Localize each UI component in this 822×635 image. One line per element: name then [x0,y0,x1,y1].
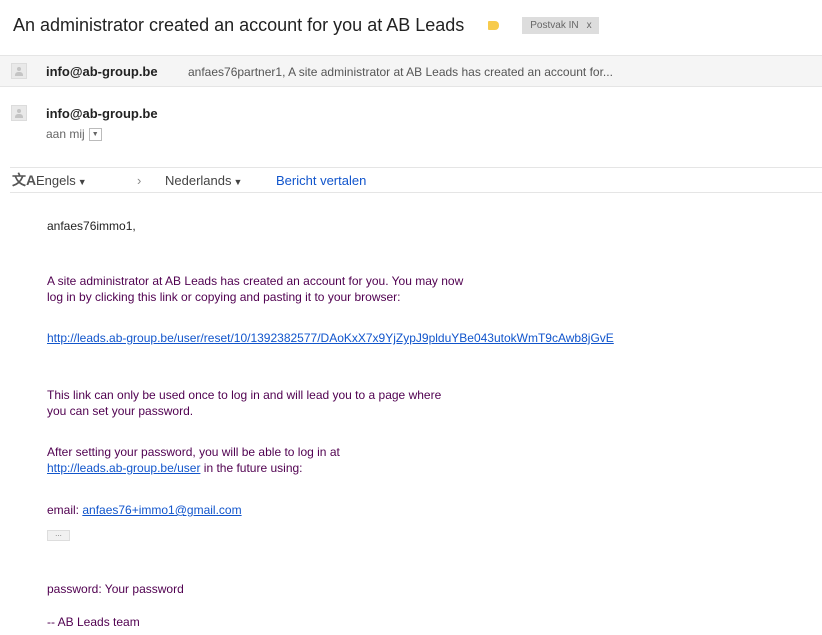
message-snippet: anfaes76partner1, A site administrator a… [188,65,613,79]
paragraph-link-info: This link can only be used once to log i… [47,387,441,419]
greeting: anfaes76immo1, [47,219,136,233]
email-address-link[interactable]: anfaes76+immo1@gmail.com [82,503,241,517]
inbox-label-chip[interactable]: Postvak IN x [522,16,599,34]
chevron-down-icon: ▼ [233,177,243,187]
message-sender[interactable]: info@ab-group.be [46,106,158,121]
paragraph-line: After setting your password, you will be… [47,445,340,459]
email-line: email: anfaes76+immo1@gmail.com [47,502,242,518]
source-language-label: Engels [36,173,76,188]
source-language-select[interactable]: Engels ▼ [36,173,87,188]
target-language-select[interactable]: Nederlands ▼ [165,173,242,188]
show-details-icon[interactable]: ▼ [88,127,102,141]
paragraph-line: A site administrator at AB Leads has cre… [47,274,464,288]
inbox-label-text: Postvak IN [530,19,579,31]
translate-icon: 文A [12,172,37,188]
translate-message-link[interactable]: Bericht vertalen [276,173,366,188]
paragraph-text: in the future using: [200,461,303,475]
translate-bar: 文A Engels ▼ › Nederlands ▼ Bericht vertale… [10,167,822,193]
login-link[interactable]: http://leads.ab-group.be/user [47,461,200,475]
remove-label-button[interactable]: x [587,20,592,31]
sender-avatar-icon [11,105,27,121]
collapsed-sender: info@ab-group.be [46,64,158,79]
paragraph-line: This link can only be used once to log i… [47,388,442,402]
message-header: info@ab-group.be aan mij ▼ [0,96,822,164]
email-label: email: [47,503,83,517]
arrow-icon: › [137,173,142,188]
sender-avatar-icon [11,63,27,79]
paragraph-intro: A site administrator at AB Leads has cre… [47,273,463,305]
paragraph-line: you can set your password. [47,404,194,418]
show-trimmed-content-button[interactable]: ... [47,530,70,541]
recipient-line: aan mij ▼ [46,127,102,141]
target-language-label: Nederlands [165,173,232,188]
reset-link-line: http://leads.ab-group.be/user/reset/10/1… [47,330,614,346]
paragraph-login-info: After setting your password, you will be… [47,444,340,476]
collapsed-message[interactable]: info@ab-group.be anfaes76partner1, A sit… [0,55,822,87]
subject-row: An administrator created an account for … [13,12,599,38]
email-subject: An administrator created an account for … [13,14,465,35]
recipient-text: aan mij [46,127,85,141]
paragraph-line: log in by clicking this link or copying … [47,290,401,304]
signature: -- AB Leads team [47,615,140,629]
chevron-down-icon: ▼ [77,177,87,187]
paragraph-line: http://leads.ab-group.be/user in the fut… [47,460,340,476]
password-line: password: Your password [47,582,184,596]
importance-marker-icon[interactable] [488,20,500,30]
reset-password-link[interactable]: http://leads.ab-group.be/user/reset/10/1… [47,331,614,345]
